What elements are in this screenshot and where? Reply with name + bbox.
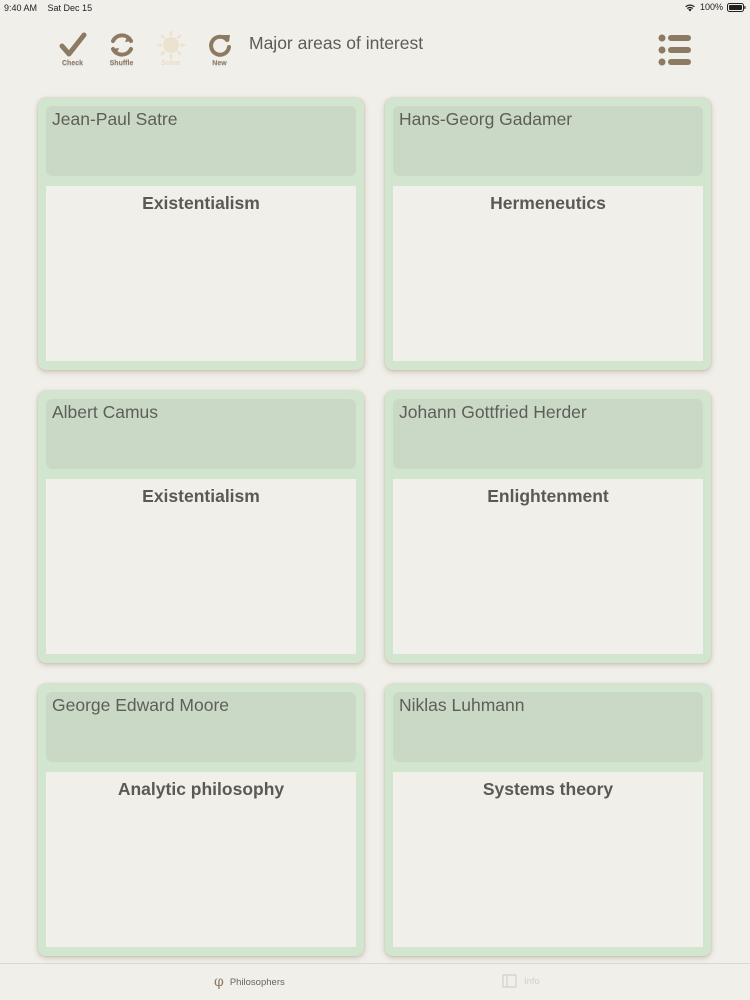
philosopher-card[interactable]: Jean-Paul Satre Existentialism xyxy=(38,98,364,370)
philosopher-card[interactable]: Johann Gottfried Herder Enlightenment xyxy=(385,391,711,663)
shuffle-icon xyxy=(110,33,133,57)
shuffle-label: Shuffle xyxy=(109,60,134,67)
solve-button[interactable]: Solve xyxy=(146,30,195,74)
philosopher-name: Niklas Luhmann xyxy=(393,692,703,762)
area-of-interest[interactable]: Existentialism xyxy=(46,479,356,654)
philosopher-name: Johann Gottfried Herder xyxy=(393,399,703,469)
new-label: New xyxy=(212,60,227,67)
sun-icon xyxy=(156,30,185,60)
toolbar: Check Shuffle Solve New xyxy=(48,30,244,74)
philosopher-card[interactable]: George Edward Moore Analytic philosophy xyxy=(38,684,364,956)
philosopher-name: George Edward Moore xyxy=(46,692,356,762)
area-of-interest[interactable]: Systems theory xyxy=(393,772,703,947)
battery-icon xyxy=(727,2,746,12)
shuffle-button[interactable]: Shuffle xyxy=(97,30,146,74)
philosopher-name: Albert Camus xyxy=(46,399,356,469)
philosopher-card[interactable]: Niklas Luhmann Systems theory xyxy=(385,684,711,956)
battery-percent: 100% xyxy=(699,2,723,12)
philosopher-card[interactable]: Hans-Georg Gadamer Hermeneutics xyxy=(385,98,711,370)
refresh-icon xyxy=(208,34,231,57)
checkmark-icon xyxy=(59,32,86,57)
phi-icon: φ xyxy=(214,974,224,990)
area-of-interest[interactable]: Existentialism xyxy=(46,186,356,361)
tab-philosophers-label: Philosophers xyxy=(229,976,285,988)
list-icon xyxy=(658,34,691,66)
tab-bar: φ Philosophers Info xyxy=(0,963,750,1000)
status-date: Sat Dec 15 xyxy=(47,3,93,13)
status-left: 9:40 AM Sat Dec 15 xyxy=(4,3,100,13)
tab-info[interactable]: Info xyxy=(502,974,540,988)
check-button[interactable]: Check xyxy=(48,30,97,74)
check-label: Check xyxy=(61,60,83,67)
area-of-interest[interactable]: Enlightenment xyxy=(393,479,703,654)
list-menu-button[interactable] xyxy=(656,32,694,68)
info-book-icon xyxy=(502,974,517,988)
page-title: Major areas of interest xyxy=(249,33,424,53)
wifi-icon xyxy=(685,3,695,11)
solve-label: Solve xyxy=(161,60,180,67)
new-button[interactable]: New xyxy=(195,30,244,74)
status-time: 9:40 AM xyxy=(4,3,38,13)
status-right: 100% xyxy=(684,2,746,12)
philosopher-card[interactable]: Albert Camus Existentialism xyxy=(38,391,364,663)
area-of-interest[interactable]: Analytic philosophy xyxy=(46,772,356,947)
tab-info-label: Info xyxy=(524,975,540,987)
area-of-interest[interactable]: Hermeneutics xyxy=(393,186,703,361)
philosopher-name: Jean-Paul Satre xyxy=(46,106,356,176)
status-bar: 9:40 AM Sat Dec 15 100% xyxy=(0,0,750,16)
philosopher-name: Hans-Georg Gadamer xyxy=(393,106,703,176)
tab-philosophers[interactable]: φ Philosophers xyxy=(214,974,285,990)
